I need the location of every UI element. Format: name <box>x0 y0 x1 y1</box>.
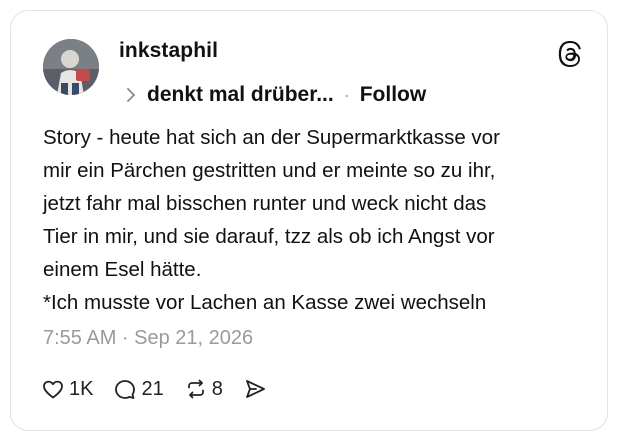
separator-dot: · <box>343 84 350 105</box>
comment-icon <box>115 380 136 399</box>
threads-logo-icon[interactable] <box>557 41 583 67</box>
post-text-line: einem Esel hätte. <box>43 258 202 281</box>
post-text: Story - heute hat sich an der Supermarkt… <box>43 121 583 319</box>
post-text-line: mir ein Pärchen gestritten und er meinte… <box>43 159 496 182</box>
action-bar: 1K 21 8 <box>41 377 291 401</box>
heart-icon <box>43 380 63 399</box>
like-button[interactable]: 1K <box>41 377 93 401</box>
reply-count: 21 <box>141 377 164 400</box>
share-button[interactable] <box>243 377 271 401</box>
subtitle[interactable]: denkt mal drüber... <box>147 83 334 107</box>
reply-button[interactable]: 21 <box>113 377 164 401</box>
follow-button[interactable]: Follow <box>360 83 427 107</box>
avatar[interactable] <box>43 39 99 95</box>
timestamp[interactable]: 7:55 AM · Sep 21, 2026 <box>43 327 253 350</box>
send-icon <box>245 380 265 398</box>
repost-count: 8 <box>211 377 223 400</box>
avatar-image <box>43 39 99 95</box>
post-text-line: Tier in mir, und sie darauf, tzz als ob … <box>43 225 495 248</box>
like-count: 1K <box>69 377 94 400</box>
post-text-line: jetzt fahr mal bisschen runter und weck … <box>43 192 487 215</box>
subtitle-row: denkt mal drüber... · Follow <box>125 83 426 107</box>
post-text-line: Story - heute hat sich an der Supermarkt… <box>43 126 500 149</box>
post-text-line: *Ich musste vor Lachen an Kasse zwei wec… <box>43 291 487 314</box>
username[interactable]: inkstaphil <box>119 39 218 63</box>
post-card: inkstaphil denkt mal drüber... · Follow … <box>10 10 608 431</box>
repost-button[interactable]: 8 <box>184 377 223 401</box>
repost-icon <box>187 379 204 399</box>
chevron-right-icon <box>127 88 135 102</box>
